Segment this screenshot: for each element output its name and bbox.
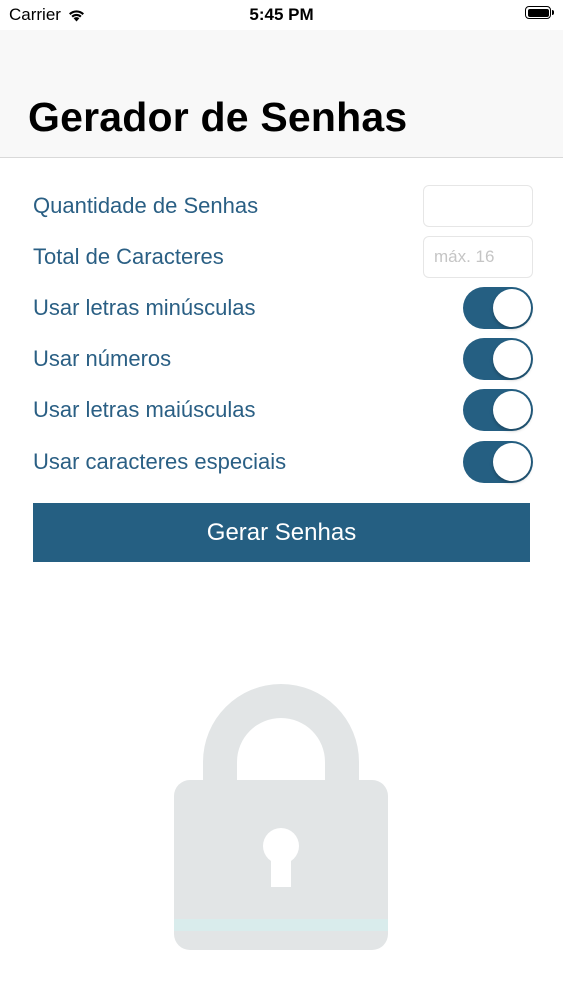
- uppercase-label: Usar letras maiúsculas: [33, 397, 256, 422]
- toggle-knob: [493, 289, 531, 327]
- toggle-knob: [493, 340, 531, 378]
- navigation-header: Gerador de Senhas: [0, 30, 563, 158]
- quantity-row: Quantidade de Senhas: [33, 184, 533, 228]
- special-chars-label: Usar caracteres especiais: [33, 449, 287, 474]
- status-bar: Carrier 5:45 PM: [0, 0, 563, 30]
- lock-icon: [174, 684, 388, 950]
- status-time: 5:45 PM: [249, 5, 314, 24]
- quantity-input[interactable]: [423, 185, 533, 227]
- numbers-label: Usar números: [33, 346, 172, 371]
- uppercase-toggle[interactable]: [463, 389, 533, 431]
- battery-icon: [525, 6, 554, 19]
- generate-passwords-button[interactable]: Gerar Senhas: [33, 503, 530, 562]
- lowercase-label: Usar letras minúsculas: [33, 295, 256, 320]
- toggle-knob: [493, 443, 531, 481]
- toggle-knob: [493, 391, 531, 429]
- lowercase-row: Usar letras minúsculas: [33, 286, 533, 330]
- page-title: Gerador de Senhas: [28, 94, 408, 140]
- numbers-row: Usar números: [33, 337, 533, 381]
- special-chars-toggle[interactable]: [463, 441, 533, 483]
- length-label: Total de Caracteres: [33, 244, 224, 269]
- numbers-toggle[interactable]: [463, 338, 533, 380]
- length-row: Total de Caracteres: [33, 235, 533, 279]
- special-chars-row: Usar caracteres especiais: [33, 440, 533, 484]
- lowercase-toggle[interactable]: [463, 287, 533, 329]
- quantity-label: Quantidade de Senhas: [33, 193, 259, 218]
- length-input[interactable]: [423, 236, 533, 278]
- uppercase-row: Usar letras maiúsculas: [33, 388, 533, 432]
